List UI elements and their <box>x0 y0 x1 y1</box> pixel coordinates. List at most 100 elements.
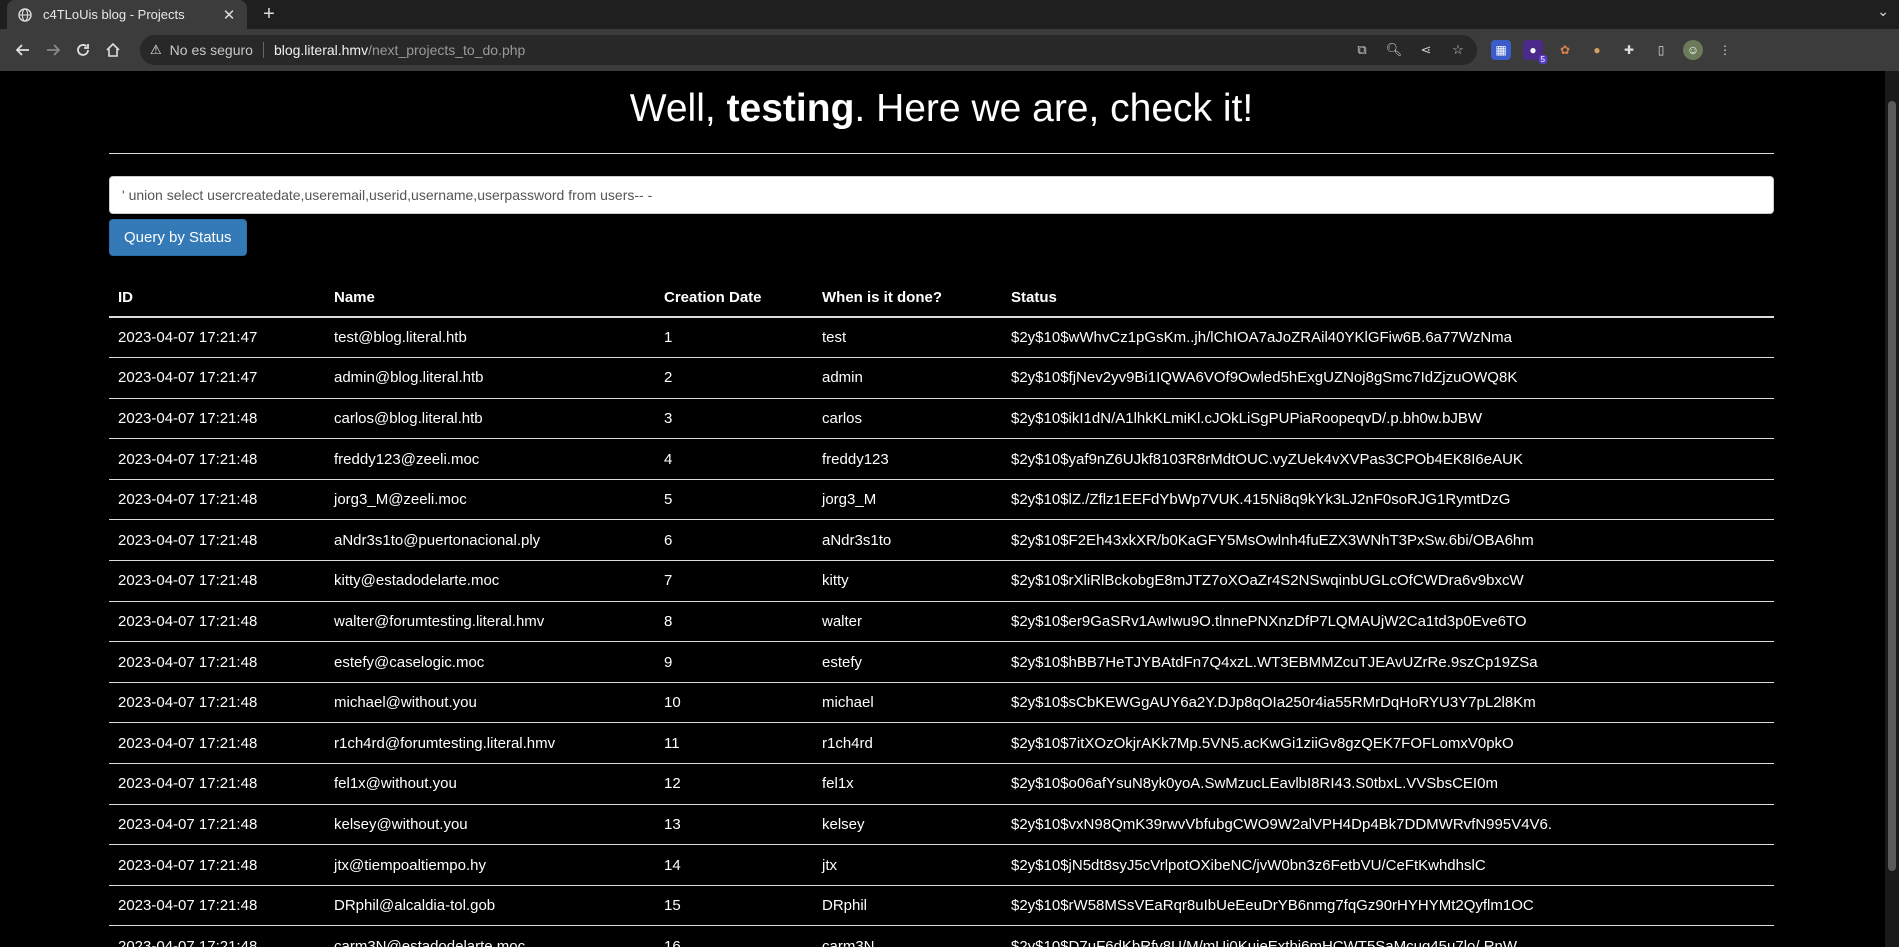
cell-name: estefy@caselogic.moc <box>325 641 655 683</box>
column-header-status: Status <box>1002 276 1774 318</box>
cell-when-done: michael <box>813 681 1002 723</box>
extension-badge-icon[interactable]: ● 5 <box>1523 40 1547 64</box>
cell-name: walter@forumtesting.literal.hmv <box>325 600 655 642</box>
cell-status: $2y$10$er9GaSRv1AwIwu9O.tlnnePNXnzDfP7LQ… <box>1002 600 1774 642</box>
table-row: 2023-04-07 17:21:48 walter@forumtesting.l… <box>109 600 1774 642</box>
extension-icon[interactable]: ▦ <box>1491 40 1511 60</box>
cell-creation-date: 15 <box>655 884 813 926</box>
cell-name: admin@blog.literal.htb <box>325 357 655 399</box>
close-icon[interactable]: ✕ <box>221 7 237 24</box>
avatar[interactable]: ☺ <box>1683 40 1703 60</box>
share-icon[interactable]: ⋖ <box>1417 41 1435 59</box>
cell-name: fel1x@without.you <box>325 763 655 805</box>
table-row: 2023-04-07 17:21:48 DRphil@alcaldia-tol.g… <box>109 884 1774 926</box>
cell-id: 2023-04-07 17:21:48 <box>109 478 325 520</box>
cell-status: $2y$10$sCbKEWGgAUY6a2Y.DJp8qOIa250r4ia55… <box>1002 681 1774 723</box>
cell-name: freddy123@zeeli.moc <box>325 438 655 480</box>
address-bar[interactable]: ⚠ No es seguro blog.literal.hmv/next_pro… <box>140 35 1477 65</box>
cell-creation-date: 3 <box>655 397 813 439</box>
cell-name: jtx@tiempoaltiempo.hy <box>325 844 655 886</box>
cell-when-done: kitty <box>813 560 1002 602</box>
cell-id: 2023-04-07 17:21:48 <box>109 763 325 805</box>
forward-button[interactable] <box>38 35 68 65</box>
cell-id: 2023-04-07 17:21:48 <box>109 600 325 642</box>
translate-icon[interactable]: ⧉ <box>1353 41 1371 59</box>
security-label: No es seguro <box>169 42 253 58</box>
column-header-id: ID <box>109 276 325 318</box>
divider <box>262 42 264 58</box>
cell-status: $2y$10$rXliRlBckobgE8mJTZ7oXOaZr4S2NSwqi… <box>1002 560 1774 602</box>
heading-username: testing <box>726 87 855 130</box>
warning-icon[interactable]: ⚠ <box>150 42 162 58</box>
zoom-icon[interactable]: 🔍︎ <box>1385 41 1403 59</box>
sidebar-icon[interactable]: ▯ <box>1651 40 1671 60</box>
heading-prefix: Well, <box>629 87 727 130</box>
cell-when-done: test <box>813 316 1002 358</box>
cell-creation-date: 6 <box>655 519 813 561</box>
cell-status: $2y$10$7itXOzOkjrAKk7Mp.5VN5.acKwGi1ziiG… <box>1002 722 1774 764</box>
cell-when-done: fel1x <box>813 763 1002 805</box>
column-header-creation-date: Creation Date <box>655 276 813 318</box>
cell-creation-date: 1 <box>655 316 813 358</box>
home-button[interactable] <box>98 35 128 65</box>
arrow-right-icon <box>47 44 61 56</box>
cell-when-done: carm3N <box>813 925 1002 947</box>
table-body: 2023-04-07 17:21:47 test@blog.literal.htb… <box>109 316 1774 947</box>
cell-id: 2023-04-07 17:21:48 <box>109 519 325 561</box>
cell-creation-date: 4 <box>655 438 813 480</box>
globe-icon <box>17 7 33 23</box>
cell-status: $2y$10$o06afYsuN8yk0yoA.SwMzucLEavlbI8RI… <box>1002 763 1774 805</box>
cell-status: $2y$10$rW58MSsVEaRqr8uIbUeEeuDrYB6nmg7fq… <box>1002 884 1774 926</box>
cookie-editor-icon[interactable]: ● <box>1587 40 1607 60</box>
column-header-name: Name <box>325 276 655 318</box>
table-row: 2023-04-07 17:21:47 admin@blog.literal.ht… <box>109 357 1774 399</box>
cell-when-done: carlos <box>813 397 1002 439</box>
chevron-down-icon[interactable]: ⌄ <box>1877 3 1889 20</box>
cell-id: 2023-04-07 17:21:48 <box>109 803 325 845</box>
reload-button[interactable] <box>68 35 98 65</box>
table-row: 2023-04-07 17:21:48 jorg3_M@zeeli.moc 5 jor… <box>109 478 1774 520</box>
scrollbar-thumb[interactable] <box>1888 101 1896 871</box>
table-row: 2023-04-07 17:21:48 fel1x@without.you 12 fe… <box>109 763 1774 805</box>
cell-when-done: DRphil <box>813 884 1002 926</box>
browser-tabbar: c4TLoUis blog - Projects ✕ + ⌄ <box>0 0 1899 29</box>
cell-when-done: walter <box>813 600 1002 642</box>
cell-status: $2y$10$jN5dt8syJ5cVrlpotOXibeNC/jvW0bn3z… <box>1002 844 1774 886</box>
cell-when-done: r1ch4rd <box>813 722 1002 764</box>
cell-creation-date: 12 <box>655 763 813 805</box>
cell-creation-date: 2 <box>655 357 813 399</box>
table-row: 2023-04-07 17:21:48 r1ch4rd@forumtesting.… <box>109 722 1774 764</box>
scrollbar[interactable] <box>1885 71 1899 947</box>
extensions-bar: ▦ ● 5 ✿ ● ✚ ▯ ☺ ⋮ <box>1491 40 1735 64</box>
page-viewport: Well, testing. Here we are, check it! ' … <box>0 71 1899 947</box>
cookie-icon[interactable]: ✿ <box>1555 40 1575 60</box>
table-row: 2023-04-07 17:21:48 michael@without.you 10… <box>109 681 1774 723</box>
new-tab-button[interactable]: + <box>258 3 280 25</box>
cell-id: 2023-04-07 17:21:48 <box>109 397 325 439</box>
cell-creation-date: 11 <box>655 722 813 764</box>
menu-icon[interactable]: ⋮ <box>1715 40 1735 60</box>
cell-name: carm3N@estadodelarte.moc <box>325 925 655 947</box>
cell-creation-date: 16 <box>655 925 813 947</box>
cell-when-done: jtx <box>813 844 1002 886</box>
cell-id: 2023-04-07 17:21:48 <box>109 641 325 683</box>
bookmark-star-icon[interactable]: ☆ <box>1449 41 1467 59</box>
cell-when-done: estefy <box>813 641 1002 683</box>
query-by-status-button[interactable]: Query by Status <box>109 219 247 256</box>
cell-id: 2023-04-07 17:21:47 <box>109 357 325 399</box>
cell-id: 2023-04-07 17:21:47 <box>109 316 325 358</box>
table-row: 2023-04-07 17:21:47 test@blog.literal.htb… <box>109 316 1774 358</box>
cell-creation-date: 8 <box>655 600 813 642</box>
url-host: blog.literal.hmv <box>273 42 369 58</box>
status-query-input[interactable]: ' union select usercreatedate,useremail,… <box>109 176 1774 214</box>
browser-tab[interactable]: c4TLoUis blog - Projects ✕ <box>7 0 247 29</box>
cell-status: $2y$10$vxN98QmK39rwvVbfubgCWO9W2alVPH4Dp… <box>1002 803 1774 845</box>
omnibox-actions: ⧉ 🔍︎ ⋖ ☆ <box>1353 41 1467 59</box>
cell-id: 2023-04-07 17:21:48 <box>109 925 325 947</box>
tab-title: c4TLoUis blog - Projects <box>43 7 185 22</box>
main-content: Well, testing. Here we are, check it! ' … <box>109 71 1774 947</box>
back-button[interactable] <box>8 35 38 65</box>
browser-toolbar: ⚠ No es seguro blog.literal.hmv/next_pro… <box>0 29 1899 71</box>
puzzle-icon[interactable]: ✚ <box>1619 40 1639 60</box>
url-path: /next_projects_to_do.php <box>368 42 526 58</box>
